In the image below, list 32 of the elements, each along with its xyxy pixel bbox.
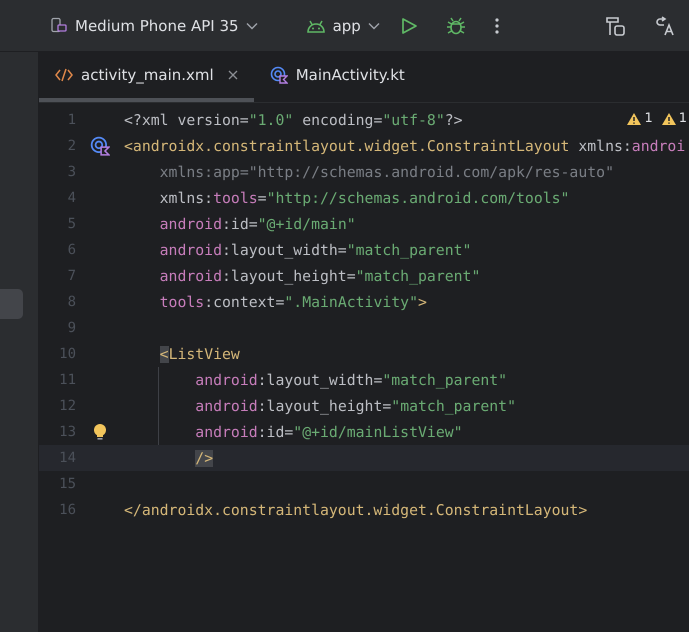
code-line: <androidx.constraintlayout.widget.ConstraintLayout xmlns:androi [124,138,686,154]
lightbulb-icon[interactable] [93,423,107,441]
code-line: xmlns:app="http://schemas.android.com/apk/res-auto" [158,164,614,180]
chevron-down-icon [368,22,380,30]
code-line: <ListView [158,346,240,362]
code-line: <?xml version="1.0" encoding="utf-8"?> [124,112,463,128]
code-line: android:layout_width="match_parent" [158,242,472,258]
code-line: android:layout_height="match_parent" [194,398,516,414]
chevron-down-icon [246,22,258,30]
bug-icon[interactable] [446,16,466,36]
code-line: xmlns:tools="http://schemas.android.com/tools" [158,190,570,206]
more-icon[interactable] [494,16,500,34]
code-icon [55,68,73,82]
code-line: android:layout_height="match_parent" [158,268,480,284]
code-line: android:id="@+id/mainListView" [194,424,463,440]
phone-icon [50,16,68,34]
device-selector[interactable]: Medium Phone API 35 [46,12,262,38]
kotlin-class-icon [270,66,288,84]
code-line: tools:context=".MainActivity"> [158,294,427,310]
run-icon[interactable] [400,16,418,34]
code-line: android:layout_width="match_parent" [194,372,508,388]
kotlin-class-icon[interactable] [90,136,110,156]
warning-count[interactable]: 1 [660,111,687,126]
close-icon[interactable] [228,70,238,80]
android-icon [306,18,326,32]
file-tab[interactable]: MainActivity.kt [254,52,427,102]
file-tab[interactable]: activity_main.xml [39,52,254,102]
module-selector[interactable]: app [302,12,384,38]
hammer-icon[interactable] [605,14,627,36]
code-line: </androidx.constraintlayout.widget.ConstraintLayout> [124,502,588,518]
code-line: android:id="@+id/main" [158,216,356,232]
warning-count[interactable]: 1 [626,111,653,126]
